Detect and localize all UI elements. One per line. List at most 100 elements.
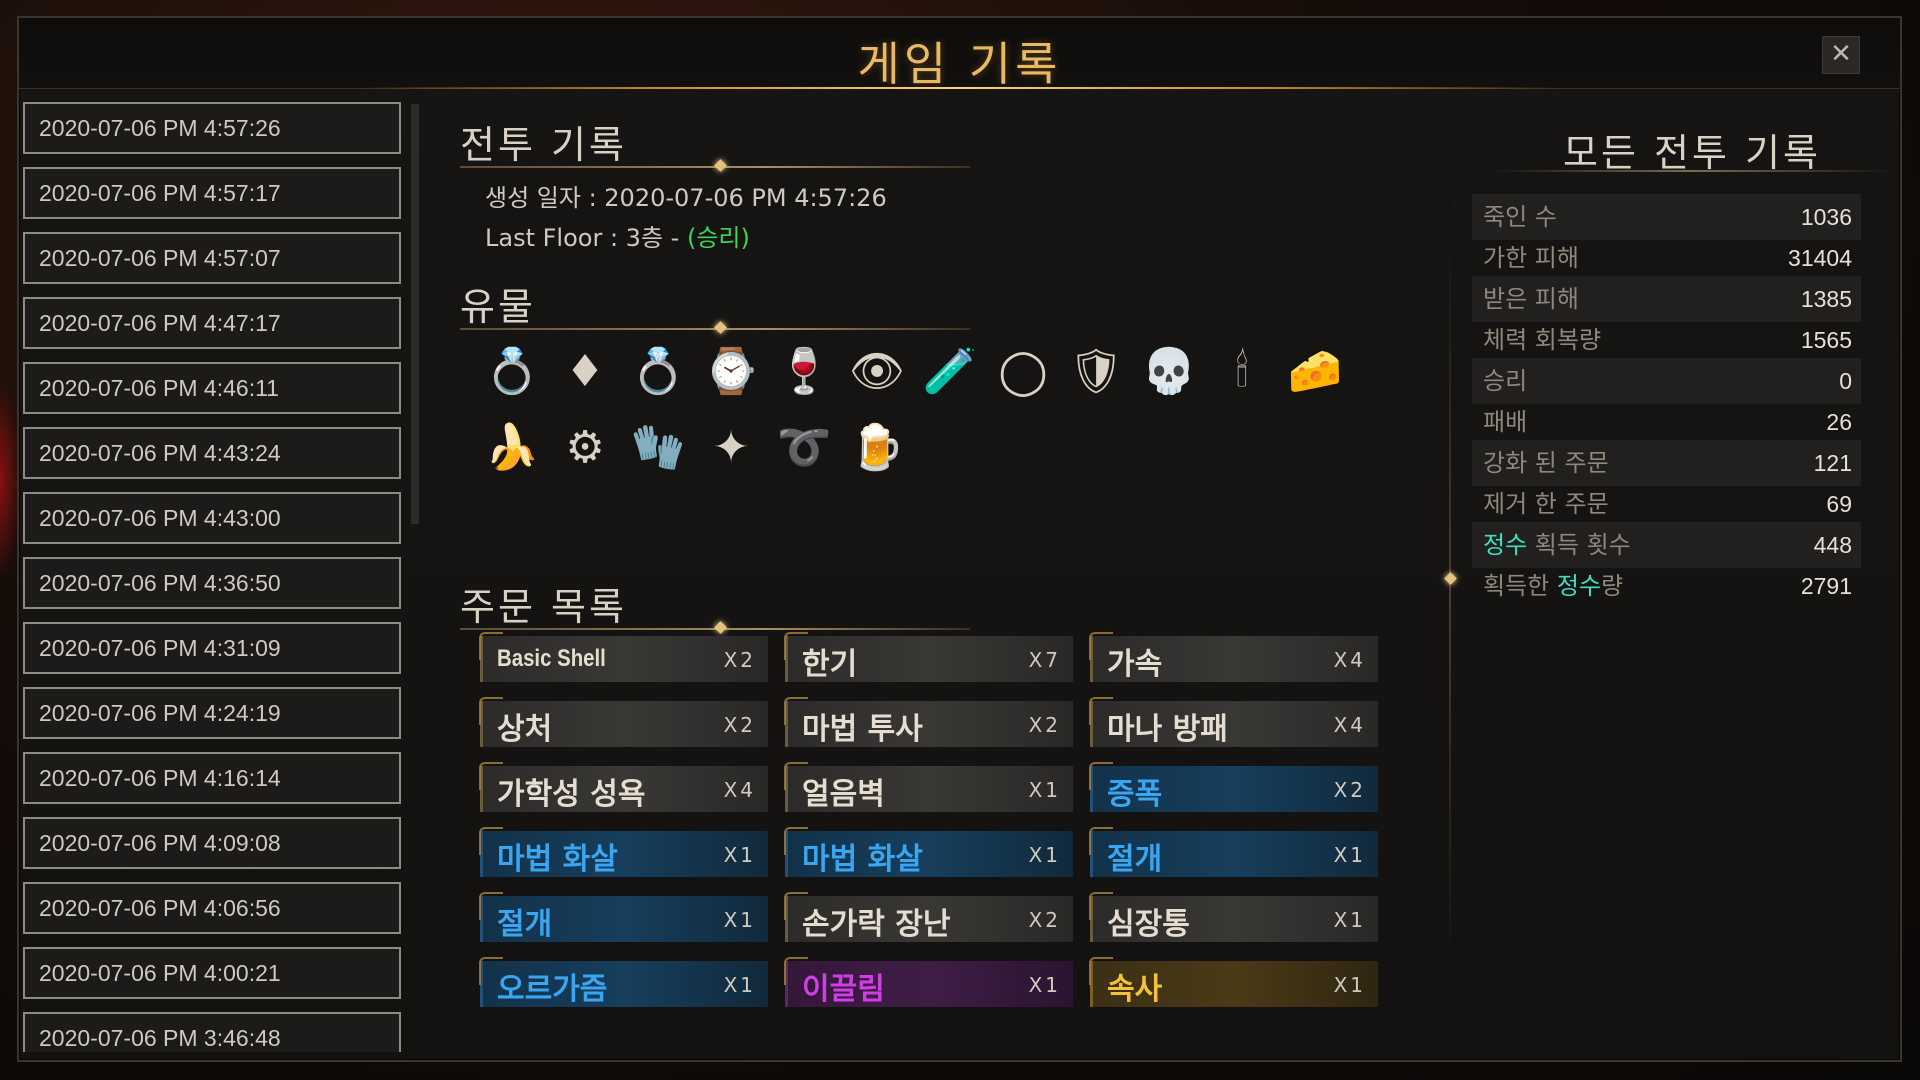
skull-icon[interactable]: 💀: [1134, 336, 1204, 406]
pocket-watch-icon-glyph: ⌚: [703, 346, 759, 397]
title-bar: 게임 기록 ✕: [19, 18, 1900, 91]
stat-label-part: 획득 횟수: [1527, 531, 1631, 559]
divider-diamond: [1444, 572, 1457, 585]
spell-name: 마법 투사: [802, 712, 923, 747]
record-item[interactable]: 2020-07-06 PM 4:31:09: [23, 622, 401, 674]
stat-label: 획득한 정수량: [1483, 572, 1623, 600]
spell-count: X2: [1028, 908, 1061, 932]
wine-glass-icon-glyph: 🍷: [776, 346, 832, 397]
spell-name: 절개: [497, 907, 553, 942]
record-item[interactable]: 2020-07-06 PM 4:43:00: [23, 492, 401, 544]
mug-icon-glyph: 🍺: [849, 422, 905, 473]
spell-card[interactable]: 가속 X4: [1089, 632, 1378, 682]
spell-card[interactable]: 마법 화살 X1: [479, 827, 768, 877]
wooden-shield-icon-glyph: 🛡: [1068, 346, 1124, 397]
stat-label: 정수 획득 횟수: [1483, 531, 1631, 559]
spell-card[interactable]: 속사 X1: [1089, 957, 1378, 1007]
demon-emblem-icon-glyph: ♦: [565, 345, 605, 397]
stat-value: 31404: [1788, 245, 1852, 271]
stat-row: 죽인 수 1036: [1472, 194, 1861, 240]
divider-diamond: [714, 159, 727, 172]
banana-icon[interactable]: 🍌: [477, 412, 547, 482]
silver-ring-icon[interactable]: 💍: [477, 336, 547, 406]
spell-count: X1: [723, 843, 756, 867]
essence-keyword: 정수: [1556, 572, 1602, 600]
gauntlet-icon[interactable]: 🧤: [623, 412, 693, 482]
cheese-icon-glyph: 🧀: [1287, 346, 1343, 397]
record-item[interactable]: 2020-07-06 PM 4:43:24: [23, 427, 401, 479]
record-item[interactable]: 2020-07-06 PM 4:57:07: [23, 232, 401, 284]
spell-card[interactable]: 절개 X1: [1089, 827, 1378, 877]
record-item[interactable]: 2020-07-06 PM 4:16:14: [23, 752, 401, 804]
divider-diamond: [714, 321, 727, 334]
potion-vial-icon-glyph: 🧪: [922, 346, 978, 397]
gem-ring-icon[interactable]: 💍: [623, 336, 693, 406]
stat-value: 2791: [1800, 573, 1852, 599]
spell-name: 한기: [802, 647, 858, 682]
potion-vial-icon[interactable]: 🧪: [915, 336, 985, 406]
spell-card[interactable]: 가학성 성욕 X4: [479, 762, 768, 812]
essence-keyword: 정수: [1483, 531, 1528, 559]
candle-icon[interactable]: 🕯: [1207, 336, 1277, 406]
spell-name: 심장통: [1107, 907, 1190, 942]
purple-ring-icon[interactable]: ◯: [988, 336, 1058, 406]
stat-value: 448: [1813, 532, 1852, 558]
silver-ring-icon-glyph: 💍: [484, 346, 540, 397]
demon-emblem-icon[interactable]: ♦: [550, 336, 620, 406]
record-list-scrollbar[interactable]: [411, 104, 419, 524]
wooden-shield-icon[interactable]: 🛡: [1061, 336, 1131, 406]
spell-card[interactable]: 증폭 X2: [1089, 762, 1378, 812]
spell-name: 증폭: [1107, 777, 1163, 812]
spell-card[interactable]: Basic Shell X2: [479, 632, 768, 682]
spell-card[interactable]: 얼음벽 X1: [784, 762, 1073, 812]
spell-count: X2: [723, 648, 756, 672]
spell-card[interactable]: 절개 X1: [479, 892, 768, 942]
eye-staff-icon[interactable]: 👁: [842, 336, 912, 406]
mug-icon[interactable]: 🍺: [842, 412, 912, 482]
created-date: 생성 일자 : 2020-07-06 PM 4:57:26: [485, 184, 887, 212]
wine-glass-icon[interactable]: 🍷: [769, 336, 839, 406]
spell-count: X1: [1028, 843, 1061, 867]
battle-result: (승리): [686, 224, 750, 252]
spell-card[interactable]: 손가락 장난 X2: [784, 892, 1073, 942]
record-list: 2020-07-06 PM 4:57:26 2020-07-06 PM 4:57:…: [23, 102, 403, 1052]
spell-card[interactable]: 오르가즘 X1: [479, 957, 768, 1007]
spell-name: 절개: [1107, 842, 1163, 877]
spell-card[interactable]: 마나 방패 X4: [1089, 697, 1378, 747]
record-item[interactable]: 2020-07-06 PM 4:36:50: [23, 557, 401, 609]
record-item[interactable]: 2020-07-06 PM 4:00:21: [23, 947, 401, 999]
spell-card[interactable]: 심장통 X1: [1089, 892, 1378, 942]
pocket-watch-icon[interactable]: ⌚: [696, 336, 766, 406]
stat-row: 획득한 정수량 2791: [1472, 563, 1861, 609]
stat-value: 69: [1826, 491, 1852, 517]
spell-name: 속사: [1107, 972, 1163, 1007]
record-item[interactable]: 2020-07-06 PM 4:46:11: [23, 362, 401, 414]
stat-value: 26: [1826, 409, 1852, 435]
rope-icon-glyph: ➰: [776, 422, 832, 473]
record-item[interactable]: 2020-07-06 PM 4:24:19: [23, 687, 401, 739]
record-item[interactable]: 2020-07-06 PM 4:47:17: [23, 297, 401, 349]
gold-ore-icon[interactable]: ✦: [696, 412, 766, 482]
spell-card[interactable]: 상처 X2: [479, 697, 768, 747]
record-item[interactable]: 2020-07-06 PM 4:09:08: [23, 817, 401, 869]
stat-label: 죽인 수: [1483, 203, 1557, 231]
stat-label-part: 량: [1601, 572, 1624, 600]
record-item[interactable]: 2020-07-06 PM 4:57:17: [23, 167, 401, 219]
gear-icon[interactable]: ⚙: [550, 412, 620, 482]
rope-icon[interactable]: ➰: [769, 412, 839, 482]
spell-card[interactable]: 한기 X7: [784, 632, 1073, 682]
spells-heading: 주문 목록: [460, 585, 627, 629]
record-item[interactable]: 2020-07-06 PM 4:06:56: [23, 882, 401, 934]
cheese-icon[interactable]: 🧀: [1280, 336, 1350, 406]
spell-card[interactable]: 이끌림 X1: [784, 957, 1073, 1007]
relics-heading: 유물: [460, 285, 536, 329]
record-item[interactable]: 2020-07-06 PM 4:57:26: [23, 102, 401, 154]
stat-label: 승리: [1483, 367, 1528, 395]
spell-name: 가학성 성욕: [497, 777, 646, 812]
spell-card[interactable]: 마법 화살 X1: [784, 827, 1073, 877]
record-item[interactable]: 2020-07-06 PM 3:46:48: [23, 1012, 401, 1052]
spell-count: X4: [1333, 713, 1366, 737]
close-button[interactable]: ✕: [1822, 36, 1860, 74]
spell-card[interactable]: 마법 투사 X2: [784, 697, 1073, 747]
stat-row: 정수 획득 횟수 448: [1472, 522, 1861, 568]
